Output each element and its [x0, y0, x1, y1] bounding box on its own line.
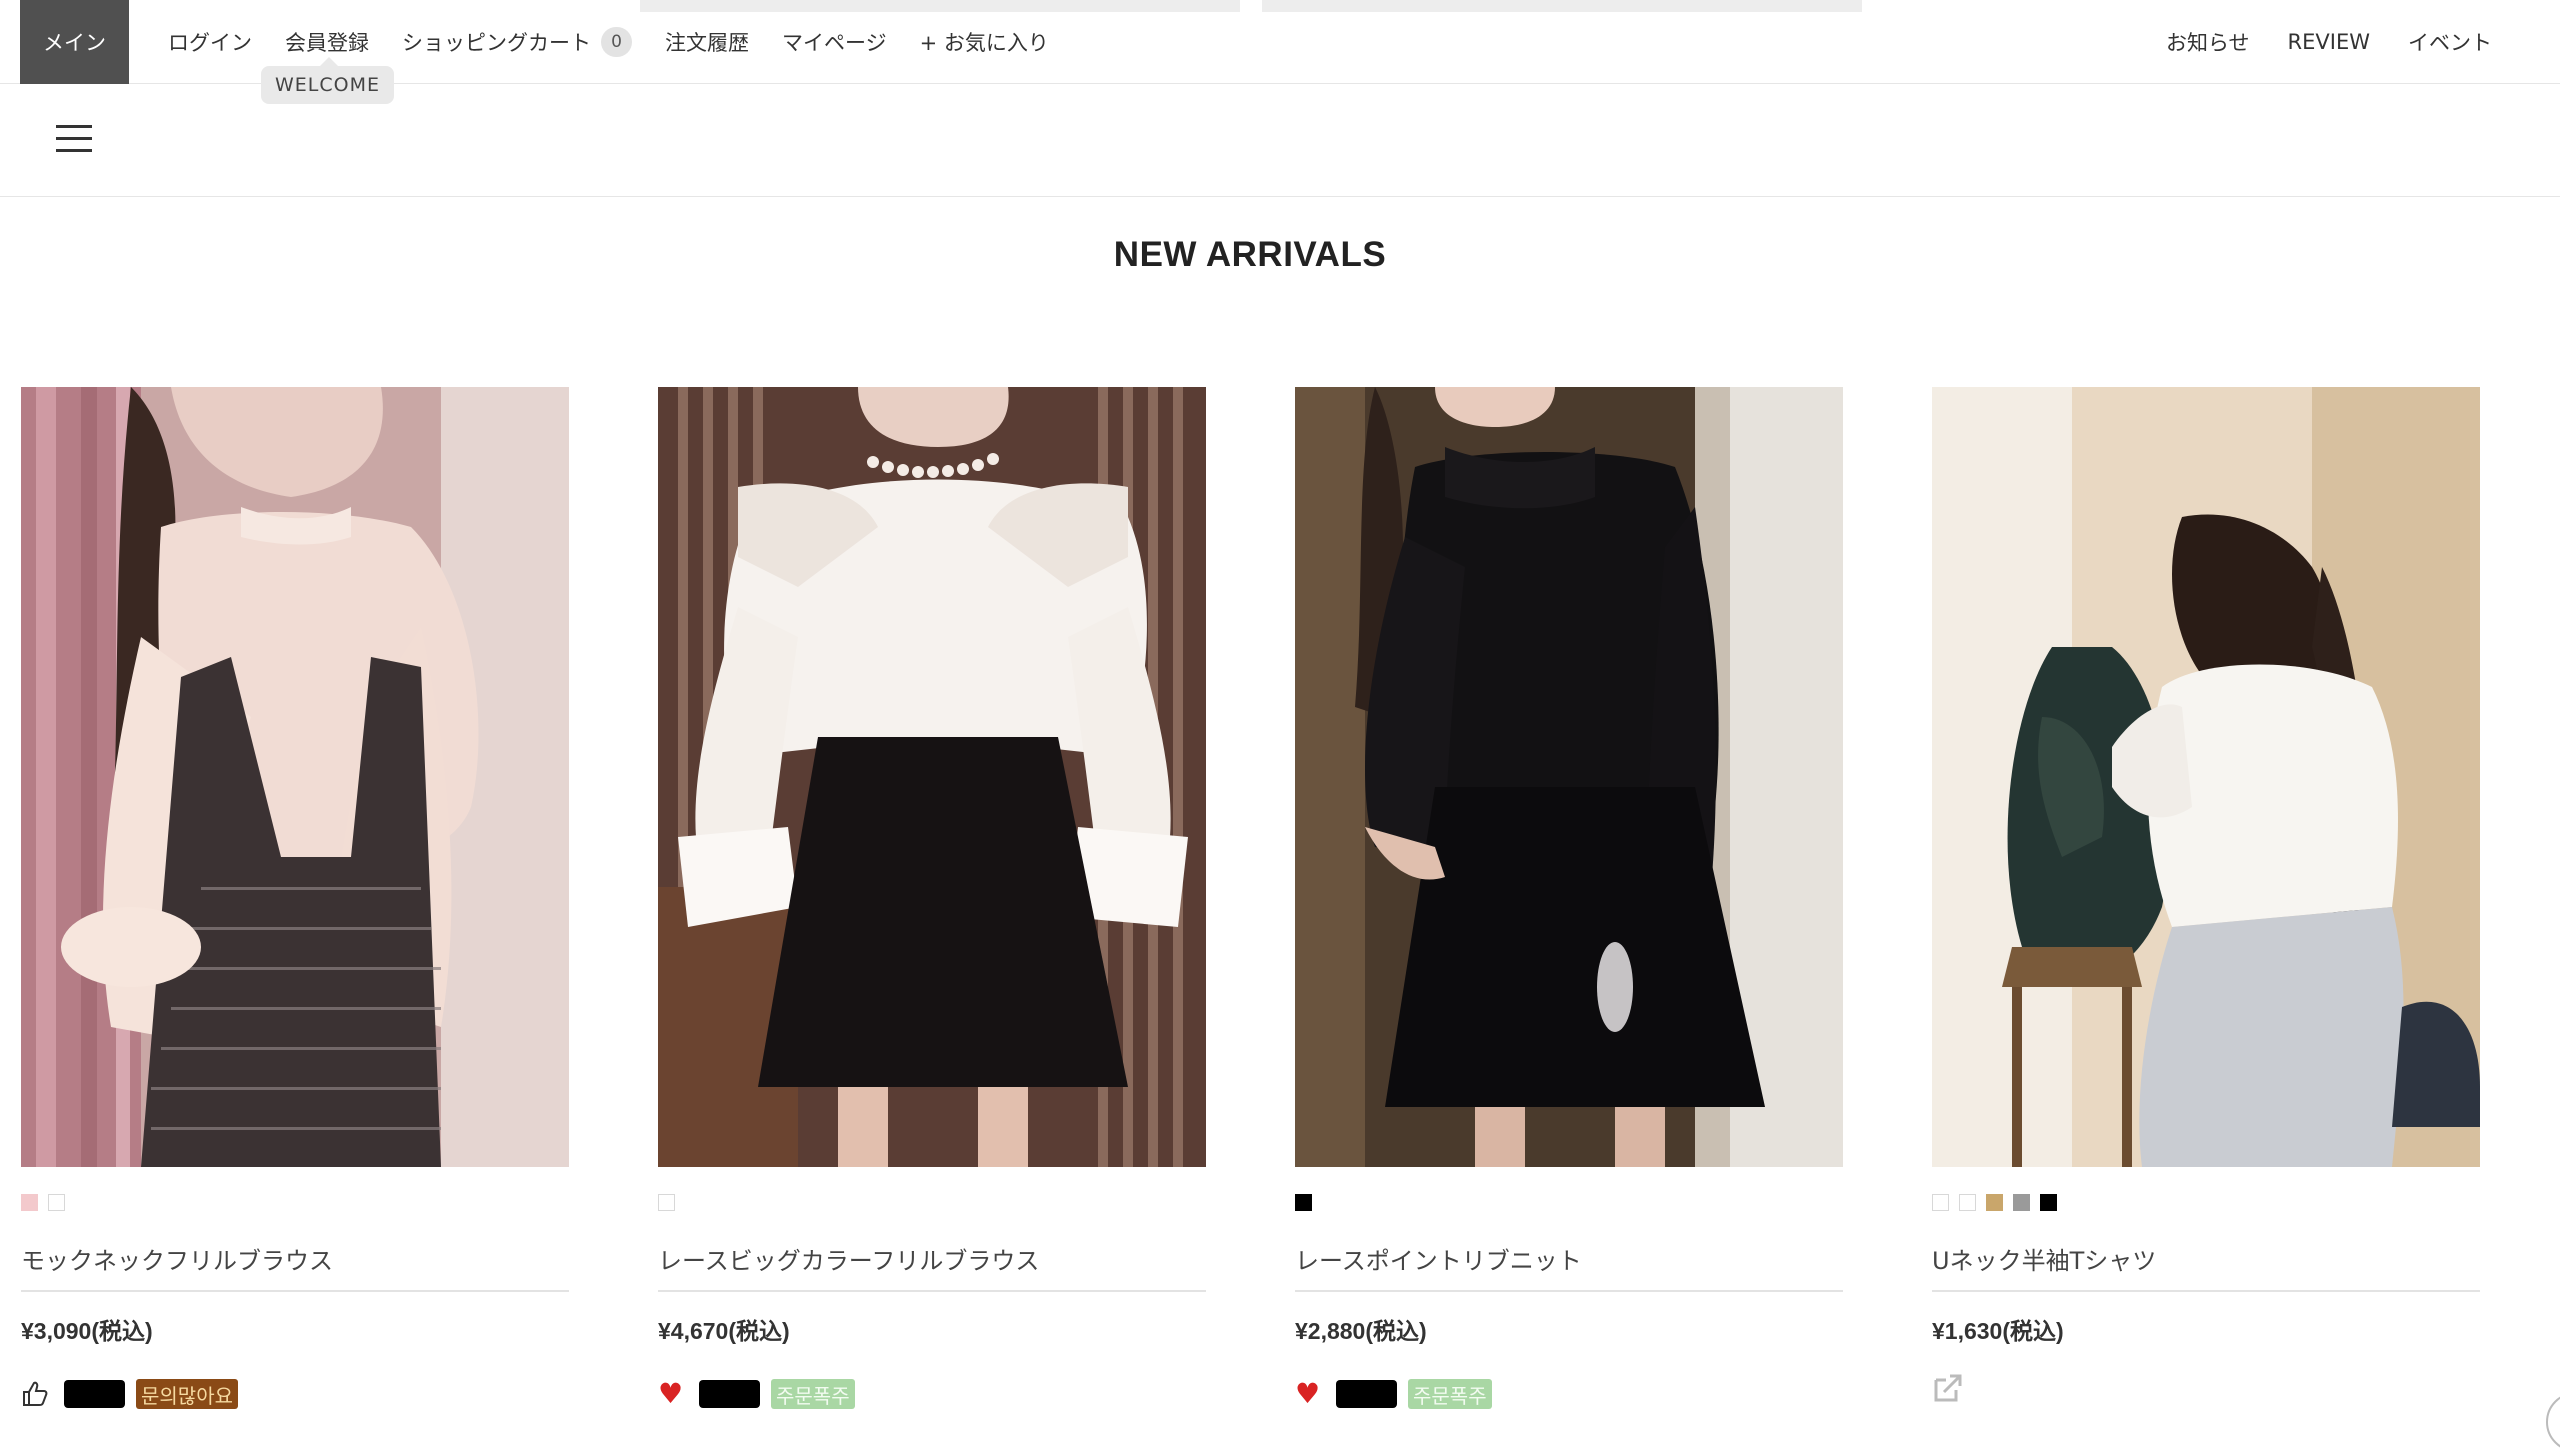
review-link[interactable]: REVIEW [2288, 30, 2370, 54]
product-image[interactable] [1932, 387, 2480, 1167]
product-card: レースビッグカラーフリルブラウス ¥4,670(税込) ♥ 주문폭주 [658, 387, 1206, 1409]
scroll-top-button[interactable] [2546, 1392, 2560, 1452]
product-name[interactable]: Uネック半袖Tシャツ [1932, 1241, 2480, 1275]
color-swatch[interactable] [21, 1194, 38, 1211]
product-card: モックネックフリルブラウス ¥3,090(税込) 문의많아요 [21, 387, 569, 1409]
product-name[interactable]: モックネックフリルブラウス [21, 1241, 569, 1275]
product-name[interactable]: レースビッグカラーフリルブラウス [658, 1241, 1206, 1275]
product-image[interactable] [21, 387, 569, 1167]
product-badges: ♥ 주문폭주 [1295, 1379, 1843, 1409]
product-price: ¥4,670(税込) [658, 1318, 790, 1344]
color-swatch[interactable] [1295, 1194, 1312, 1211]
color-swatch[interactable] [48, 1194, 65, 1211]
product-card: Uネック半袖Tシャツ ¥1,630(税込) [1932, 387, 2480, 1408]
product-image[interactable] [658, 387, 1206, 1167]
section-title: NEW ARRIVALS [1113, 235, 1387, 274]
order-rush-badge: 주문폭주 [1408, 1379, 1492, 1409]
main-tab[interactable]: メイン [20, 0, 129, 84]
color-swatches [21, 1194, 569, 1212]
product-price: ¥2,880(税込) [1295, 1318, 1427, 1344]
many-inquiries-badge: 문의많아요 [136, 1379, 238, 1409]
sub-header [0, 84, 2560, 197]
product-price: ¥1,630(税込) [1932, 1318, 2064, 1344]
login-link[interactable]: ログイン [168, 27, 252, 57]
product-badges: ♥ 주문폭주 [658, 1379, 1206, 1409]
banner-strip [1262, 0, 1862, 12]
color-swatch[interactable] [1959, 1194, 1976, 1211]
color-badge [699, 1380, 760, 1408]
color-swatch[interactable] [658, 1194, 675, 1211]
heart-icon[interactable]: ♥ [1295, 1380, 1321, 1408]
product-card: レースポイントリブニット ¥2,880(税込) ♥ 주문폭주 [1295, 387, 1843, 1409]
order-history-link[interactable]: 注文履歴 [665, 27, 749, 57]
product-price: ¥3,090(税込) [21, 1318, 153, 1344]
color-badge [1336, 1380, 1397, 1408]
share-icon[interactable] [1932, 1372, 1964, 1404]
news-link[interactable]: お知らせ [2166, 27, 2250, 57]
color-swatch[interactable] [2040, 1194, 2057, 1211]
heart-icon[interactable]: ♥ [658, 1380, 684, 1408]
product-name[interactable]: レースポイントリブニット [1295, 1241, 1843, 1275]
favorites-link[interactable]: + お気に入り [920, 27, 1049, 57]
color-swatch[interactable] [2013, 1194, 2030, 1211]
color-badge [64, 1380, 125, 1408]
divider [658, 1290, 1206, 1292]
product-badges: 문의많아요 [21, 1379, 569, 1409]
color-swatch[interactable] [1986, 1194, 2003, 1211]
event-link[interactable]: イベント [2408, 27, 2492, 57]
product-image[interactable] [1295, 387, 1843, 1167]
thumbs-up-icon[interactable] [21, 1380, 49, 1408]
color-swatches [1932, 1194, 2480, 1212]
cart-label: ショッピングカート [402, 31, 591, 55]
nav-right: お知らせ REVIEW イベント [2128, 0, 2492, 84]
cart-link[interactable]: ショッピングカート 0 [402, 27, 632, 57]
divider [1295, 1290, 1843, 1292]
register-link[interactable]: 会員登録 [285, 27, 369, 57]
mypage-link[interactable]: マイページ [782, 27, 887, 57]
hamburger-menu-icon[interactable] [56, 125, 92, 153]
divider [21, 1290, 569, 1292]
order-rush-badge: 주문폭주 [771, 1379, 855, 1409]
divider [1932, 1290, 2480, 1292]
color-swatch[interactable] [1932, 1194, 1949, 1211]
color-swatches [1295, 1194, 1843, 1212]
cart-count-badge: 0 [601, 27, 632, 57]
color-swatches [658, 1194, 1206, 1212]
